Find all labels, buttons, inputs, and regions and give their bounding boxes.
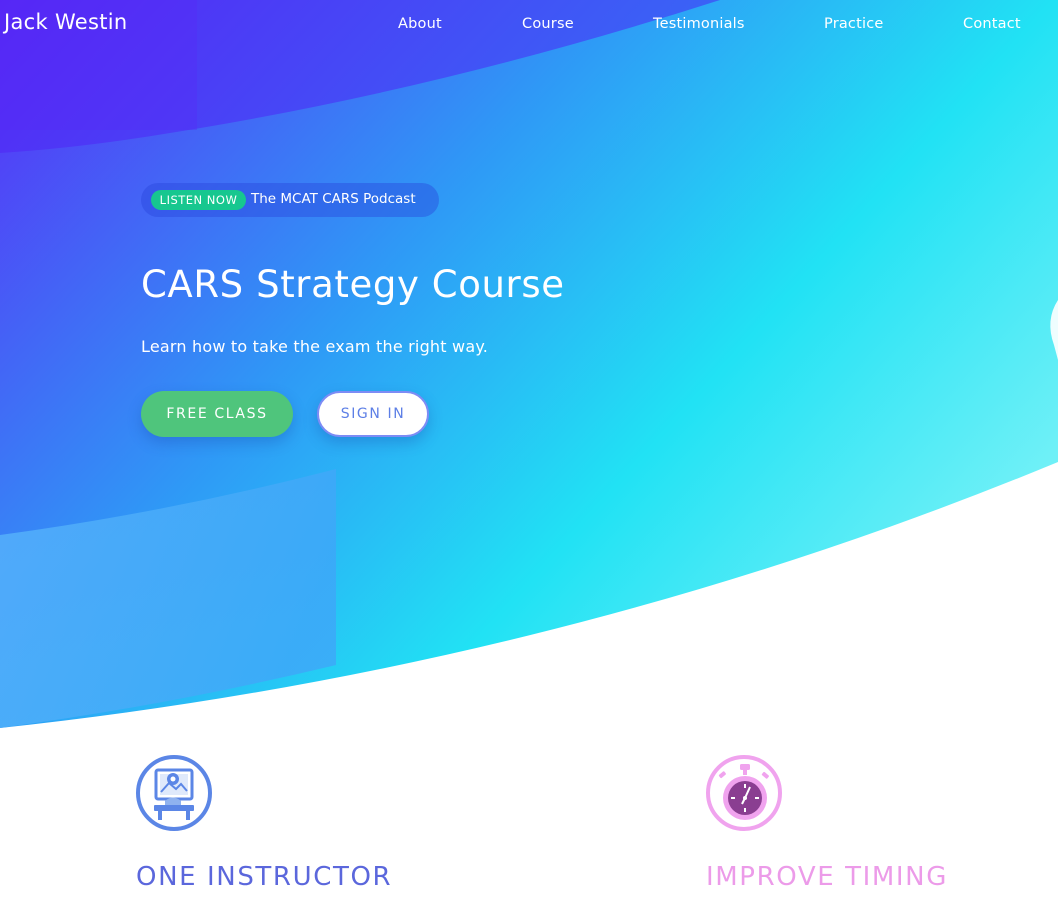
brand-logo-text[interactable]: Jack Westin xyxy=(4,10,128,34)
podcast-banner[interactable]: LISTEN NOW The MCAT CARS Podcast xyxy=(141,183,439,217)
nav-link-contact[interactable]: Contact xyxy=(963,16,1021,32)
hero-title: CARS Strategy Course xyxy=(141,263,565,306)
nav-link-testimonials[interactable]: Testimonials xyxy=(653,16,745,32)
nav-link-practice[interactable]: Practice xyxy=(824,16,884,32)
sign-in-button[interactable]: SIGN IN xyxy=(317,391,429,437)
hero-subtitle: Learn how to take the exam the right way… xyxy=(141,337,488,356)
podcast-title: The MCAT CARS Podcast xyxy=(251,191,416,207)
feature-title-one-instructor: ONE INSTRUCTOR xyxy=(136,862,393,892)
nav-link-course[interactable]: Course xyxy=(522,16,574,32)
stopwatch-icon xyxy=(706,755,782,831)
nav-link-about[interactable]: About xyxy=(398,16,442,32)
feature-title-improve-timing: IMPROVE TIMING xyxy=(706,862,948,892)
top-navigation: Jack Westin About Course Testimonials Pr… xyxy=(0,0,1058,50)
listen-now-badge: LISTEN NOW xyxy=(151,190,246,210)
free-class-button[interactable]: FREE CLASS xyxy=(141,391,293,437)
instructor-icon xyxy=(136,755,212,831)
